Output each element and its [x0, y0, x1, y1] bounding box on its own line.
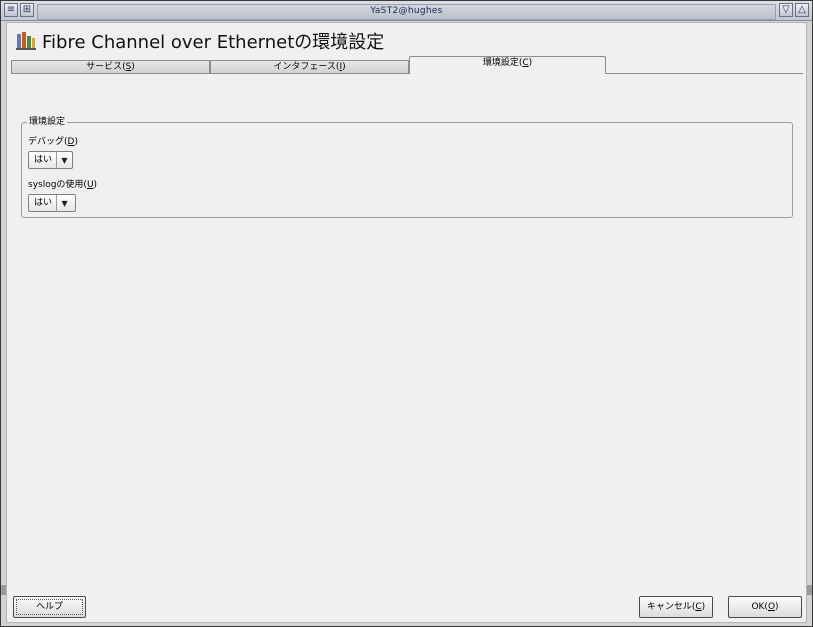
cancel-button[interactable]: キャンセル(C): [639, 596, 713, 618]
ok-button-mnemonic: O: [767, 602, 776, 612]
debug-label-suffix: ): [74, 137, 78, 147]
ok-button-suffix: ): [775, 602, 779, 612]
tab-configuration[interactable]: 環境設定(C): [409, 56, 606, 74]
syslog-combo-value: はい: [34, 198, 53, 208]
cancel-button-label: キャンセル(: [646, 602, 696, 612]
maximize-icon[interactable]: △: [795, 3, 809, 17]
window-frame: ≡ ⊞ YaST2@hughes ▽ △ Fibre Channel over …: [0, 0, 813, 627]
tab-service-label: サービス(: [86, 62, 126, 72]
cancel-button-suffix: ): [701, 602, 706, 612]
title-bar[interactable]: ≡ ⊞ YaST2@hughes ▽ △: [1, 1, 812, 21]
tab-bar: サービス(S) インタフェース(I) 環境設定(C): [11, 55, 803, 75]
syslog-label-mnemonic: U: [86, 180, 94, 190]
window-menu-icon[interactable]: ≡: [4, 3, 18, 17]
tab-configuration-suffix: ): [528, 58, 533, 68]
minimize-icon[interactable]: ▽: [779, 3, 793, 17]
fcoe-config-icon: [16, 32, 36, 50]
tab-interfaces[interactable]: インタフェース(I): [210, 60, 409, 74]
config-group-legend: 環境設定: [27, 116, 68, 128]
syslog-label: syslogの使用(U): [28, 179, 97, 191]
debug-combo-value: はい: [34, 155, 53, 165]
config-group-box: 環境設定 デバッグ(D) はい ▼ syslogの使用(U) はい ▼: [21, 116, 793, 218]
tab-interfaces-suffix: ): [342, 62, 346, 72]
syslog-label-text: syslogの使用(: [28, 180, 87, 190]
chevron-down-icon[interactable]: ▼: [56, 152, 72, 168]
help-button[interactable]: ヘルプ: [13, 596, 86, 618]
resize-handle-right[interactable]: [807, 585, 812, 595]
page-title: Fibre Channel over Ethernetの環境設定: [42, 32, 385, 53]
syslog-combo[interactable]: はい ▼: [28, 194, 76, 212]
tab-interfaces-label: インタフェース(: [273, 62, 340, 72]
tab-service[interactable]: サービス(S): [11, 60, 210, 74]
dialog-heading: Fibre Channel over Ethernetの環境設定: [15, 30, 385, 53]
ok-button-label: OK(: [751, 602, 768, 612]
chevron-down-icon[interactable]: ▼: [56, 195, 72, 211]
ok-button[interactable]: OK(O): [728, 596, 802, 618]
debug-label-text: デバッグ(: [28, 137, 68, 147]
focus-ring: [16, 599, 83, 615]
debug-label: デバッグ(D): [28, 136, 78, 148]
syslog-label-suffix: ): [93, 180, 98, 190]
window-pin-icon[interactable]: ⊞: [20, 3, 34, 17]
tab-configuration-label: 環境設定(: [482, 58, 523, 68]
debug-combo[interactable]: はい ▼: [28, 151, 73, 169]
dialog-content: Fibre Channel over Ethernetの環境設定 サービス(S)…: [6, 22, 807, 623]
tab-service-suffix: ): [131, 62, 135, 72]
window-title: YaST2@hughes: [37, 4, 776, 20]
